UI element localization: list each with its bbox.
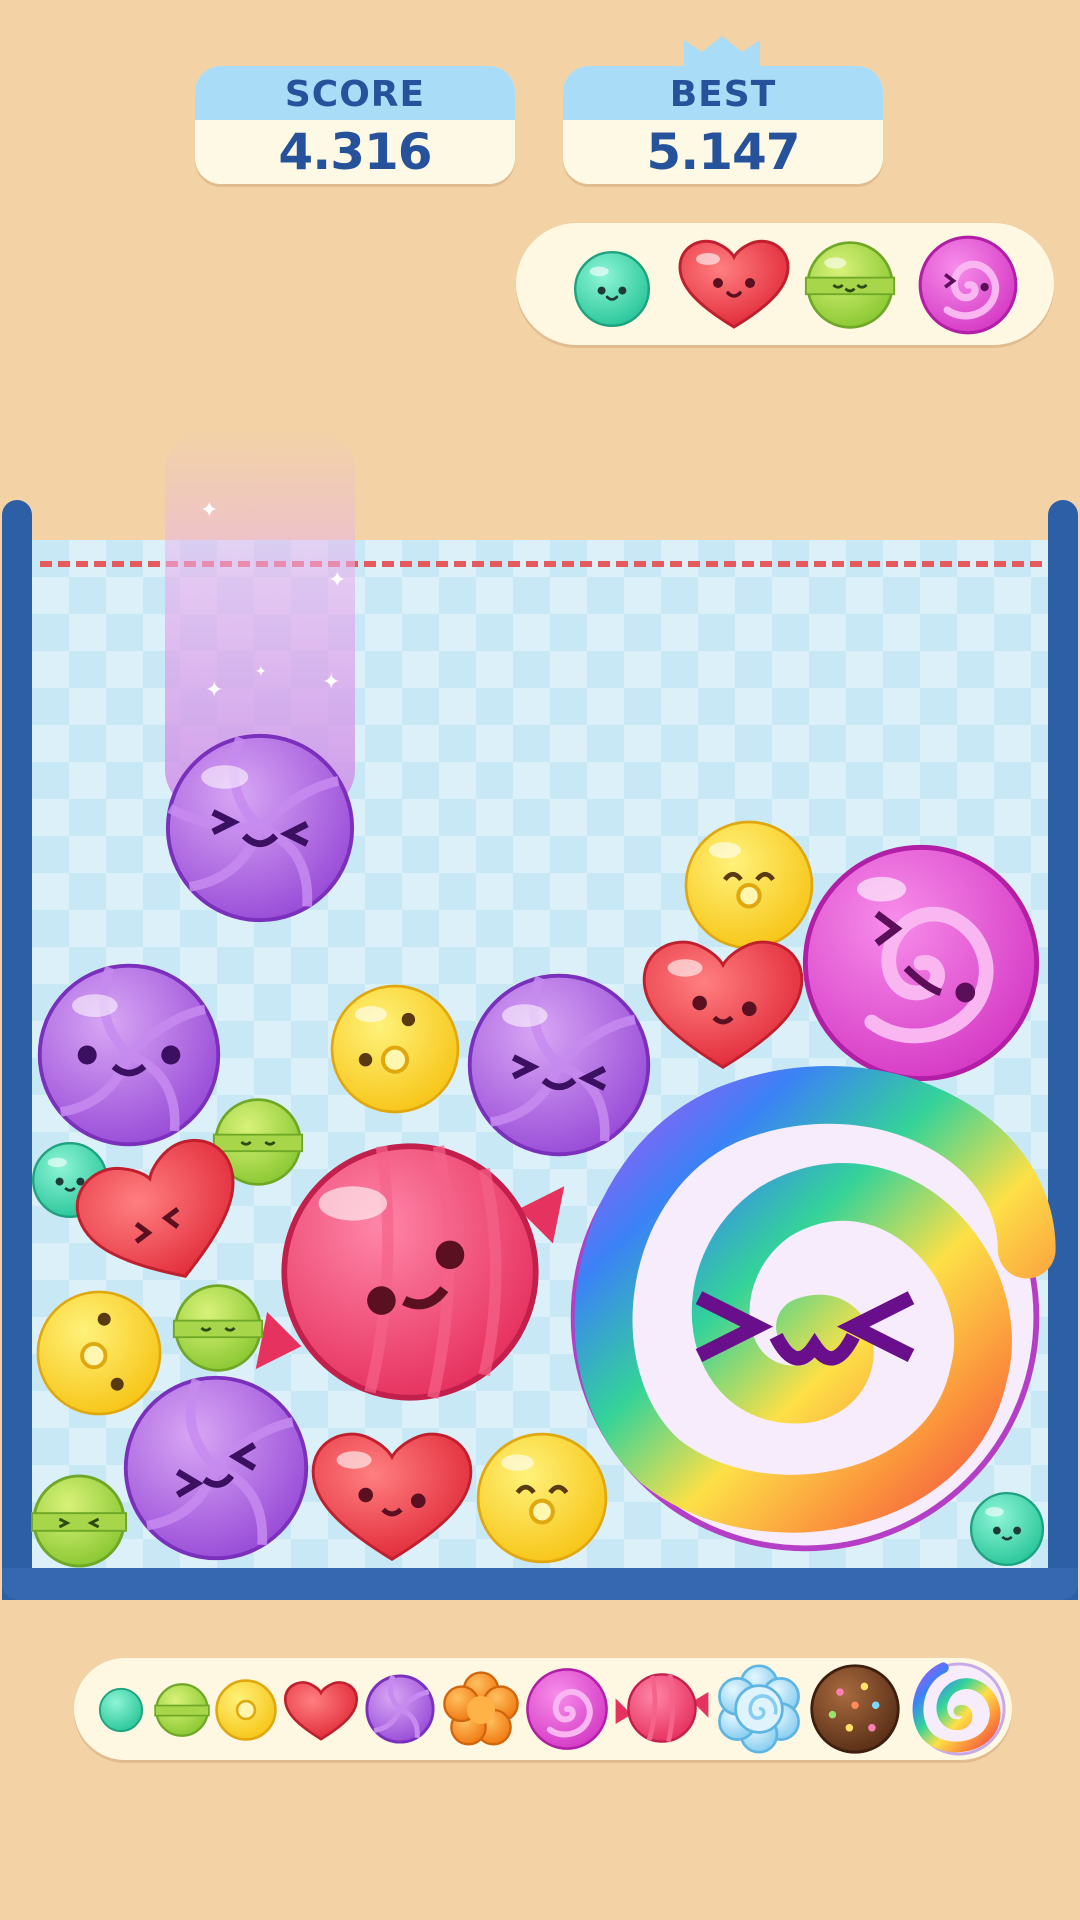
container-floor	[2, 1568, 1078, 1600]
legend-green-lollipop-candy	[154, 1683, 210, 1737]
magenta-swirl-candy	[802, 844, 1040, 1082]
best-score-panel: BEST 5.147	[563, 66, 883, 184]
green-lollipop-candy	[30, 1474, 128, 1568]
container-left-wall	[2, 500, 32, 1600]
legend-magenta-swirl-candy	[526, 1668, 608, 1750]
sparkle-icon: ✦	[322, 670, 341, 695]
legend-chocolate-sprinkle-candy	[810, 1664, 900, 1754]
red-heart-candy	[642, 940, 804, 1069]
next-teal-candy	[574, 251, 650, 327]
container-right-wall	[1048, 500, 1078, 1600]
score-panel: SCORE 4.316	[195, 66, 515, 184]
crown-icon	[684, 36, 760, 68]
score-value: 4.316	[278, 123, 432, 181]
legend-yellow-donut-candy	[215, 1679, 277, 1741]
sparkle-icon: ✦	[328, 568, 347, 593]
red-heart-candy	[311, 1432, 473, 1561]
purple-swirl-candy	[123, 1375, 309, 1561]
legend-pink-wrapped-candy	[615, 1673, 709, 1743]
legend-blue-meringue-candy	[718, 1664, 800, 1754]
best-value: 5.147	[646, 123, 800, 181]
sparkle-icon: ✦	[200, 498, 219, 523]
falling-purple-swirl-candy[interactable]	[162, 730, 358, 926]
sparkle-icon: ✦	[255, 664, 267, 680]
legend-rainbow-swirl-candy	[912, 1662, 1006, 1756]
red-heart-candy	[75, 1138, 235, 1278]
legend-orange-flower-candy	[443, 1671, 519, 1746]
sparkle-icon: ✦	[205, 678, 224, 703]
next-candies-panel	[516, 223, 1054, 345]
yellow-donut-candy	[476, 1432, 608, 1564]
legend-teal-candy	[98, 1687, 144, 1733]
legend-red-heart-candy	[283, 1681, 359, 1741]
candy-evolution-legend	[74, 1658, 1012, 1760]
best-label: BEST	[563, 66, 883, 120]
teal-candy	[969, 1491, 1045, 1567]
next-magenta-swirl-candy	[918, 235, 1018, 335]
yellow-donut-candy	[330, 984, 460, 1114]
purple-swirl-candy	[37, 963, 221, 1147]
score-label: SCORE	[195, 66, 515, 120]
next-green-lollipop-candy	[804, 241, 896, 329]
legend-purple-swirl-candy	[365, 1674, 435, 1744]
rainbow-swirl-candy	[570, 1065, 1056, 1552]
green-lollipop-candy	[172, 1284, 264, 1372]
next-red-heart-candy	[678, 239, 790, 329]
